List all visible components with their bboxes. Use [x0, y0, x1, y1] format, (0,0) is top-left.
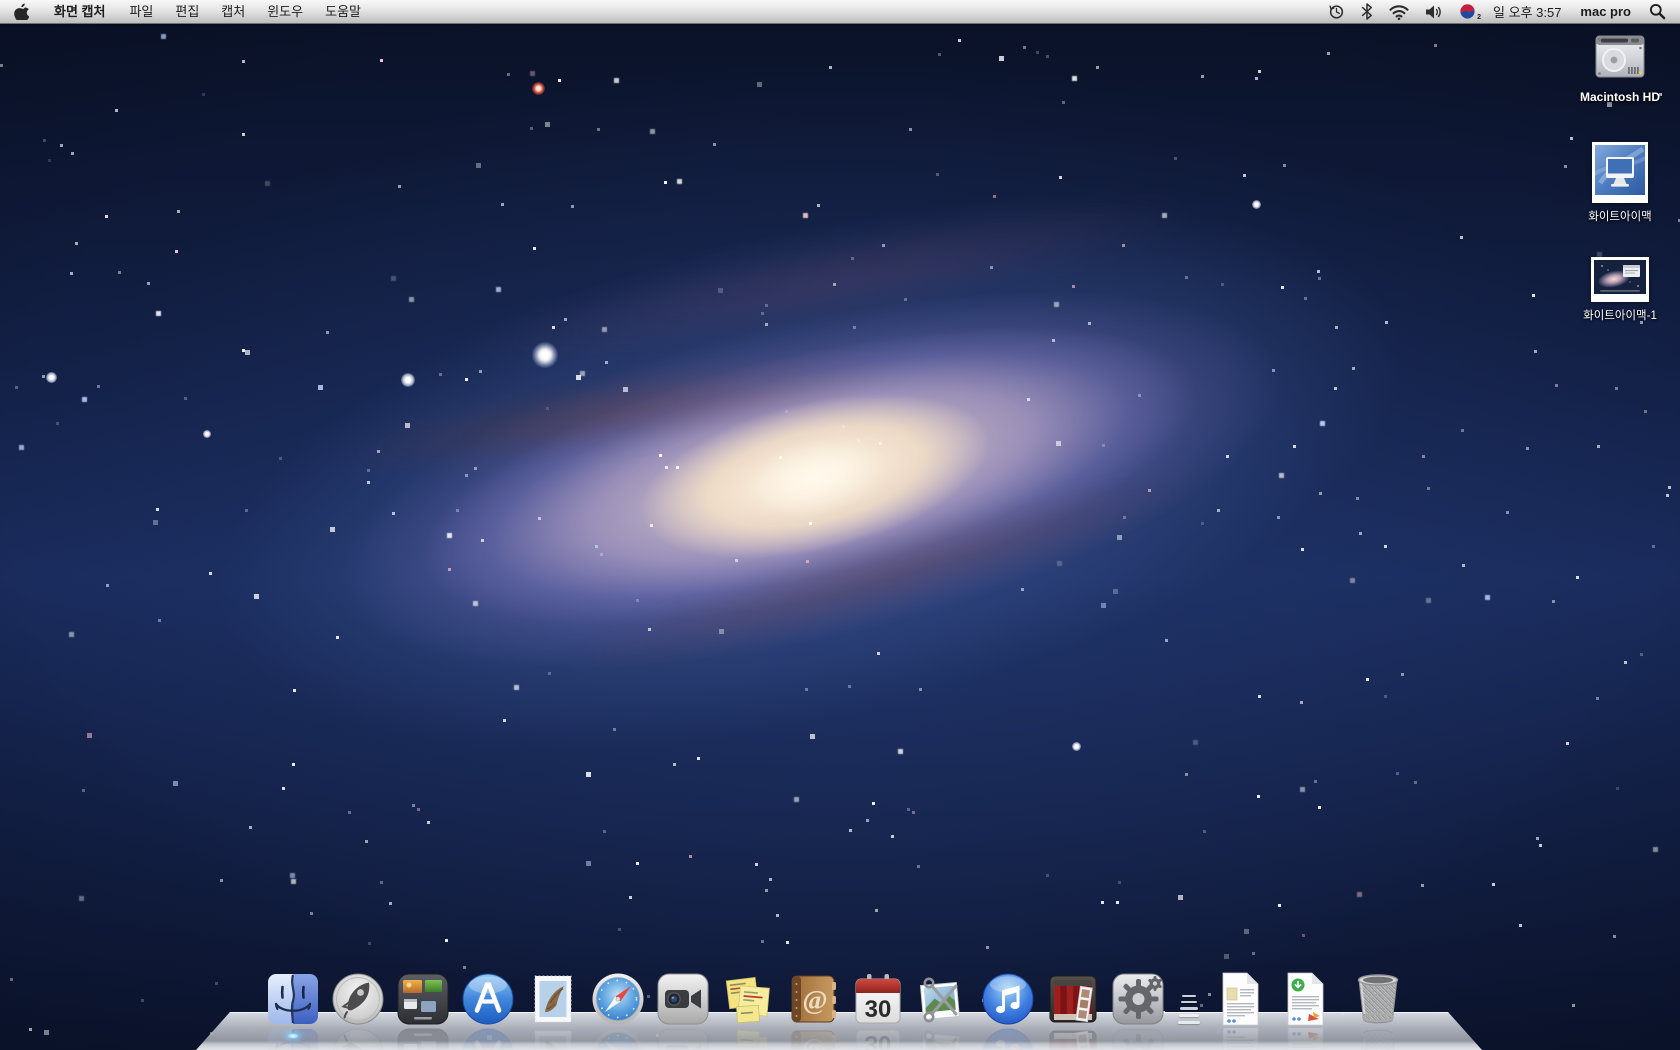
dock-finder-icon[interactable]	[266, 972, 320, 1026]
menu-item-file[interactable]: 파일	[118, 0, 164, 23]
dock-trash-icon[interactable]	[1349, 968, 1407, 1026]
dock-system-preferences-icon[interactable]	[1111, 972, 1165, 1026]
dock: @ 30	[0, 930, 1680, 1050]
desktop-icon-macintosh-hd[interactable]: Macintosh HD	[1553, 27, 1680, 104]
dock-stickies-icon[interactable]	[721, 972, 775, 1026]
ical-date-text: 30	[865, 996, 892, 1023]
dock-document-1-icon[interactable]	[1219, 972, 1261, 1026]
dock-itunes-icon[interactable]	[981, 972, 1035, 1026]
dock-document-2-icon[interactable]	[1284, 972, 1326, 1026]
hard-drive-icon	[1590, 27, 1650, 85]
dock-separator	[1176, 972, 1202, 1026]
address-book-at-glyph: @	[802, 985, 827, 1015]
menu-user-name[interactable]: mac pro	[1570, 4, 1641, 19]
dock-preview-icon[interactable]	[916, 972, 970, 1026]
dock-mission-control-icon[interactable]	[396, 972, 450, 1026]
bluetooth-icon[interactable]	[1353, 0, 1381, 23]
spotlight-icon[interactable]	[1641, 0, 1680, 23]
menu-item-edit[interactable]: 편집	[164, 0, 210, 23]
desktop-icon-label: 화이트아이맥-1	[1583, 307, 1657, 323]
desktop-icon-white-imac-1-image[interactable]: 화이트아이맥-1	[1553, 257, 1680, 323]
dock-photo-booth-icon[interactable]	[1046, 972, 1100, 1026]
menu-item-screen-capture[interactable]: 화면 캡처	[43, 0, 118, 23]
input-source-badge: 2	[1477, 14, 1481, 21]
menu-item-capture[interactable]: 캡처	[210, 0, 256, 23]
menu-item-window[interactable]: 윈도우	[256, 0, 314, 23]
menu-bar: 화면 캡처 파일 편집 캡처 윈도우 도움말	[0, 0, 1680, 24]
dock-address-book-icon[interactable]: @	[786, 972, 840, 1026]
menu-item-help[interactable]: 도움말	[314, 0, 372, 23]
dock-launchpad-icon[interactable]	[331, 972, 385, 1026]
wallpaper-andromeda-galaxy	[0, 0, 1680, 1050]
image-file-icon	[1591, 257, 1649, 302]
input-source-korean-flag-icon[interactable]: 2	[1451, 0, 1484, 23]
desktop-icon-white-imac-image[interactable]: 화이트아이맥	[1553, 142, 1680, 224]
apple-logo-icon	[14, 3, 29, 20]
finder-running-indicator	[287, 1033, 299, 1039]
dock-facetime-icon[interactable]	[656, 972, 710, 1026]
image-file-icon	[1592, 142, 1648, 203]
wifi-icon[interactable]	[1381, 0, 1417, 23]
menu-clock[interactable]: 일 오후 3:57	[1484, 2, 1570, 21]
dock-app-store-icon[interactable]	[461, 972, 515, 1026]
dock-safari-icon[interactable]	[591, 972, 645, 1026]
volume-icon[interactable]	[1417, 0, 1451, 23]
dock-mail-icon[interactable]	[526, 972, 580, 1026]
desktop-icon-label: Macintosh HD	[1580, 90, 1660, 104]
apple-menu[interactable]	[0, 3, 43, 20]
time-machine-icon[interactable]	[1320, 0, 1353, 23]
dock-ical-icon[interactable]: 30	[851, 972, 905, 1026]
galaxy	[18, 43, 1602, 911]
desktop-icon-label: 화이트아이맥	[1588, 208, 1651, 224]
